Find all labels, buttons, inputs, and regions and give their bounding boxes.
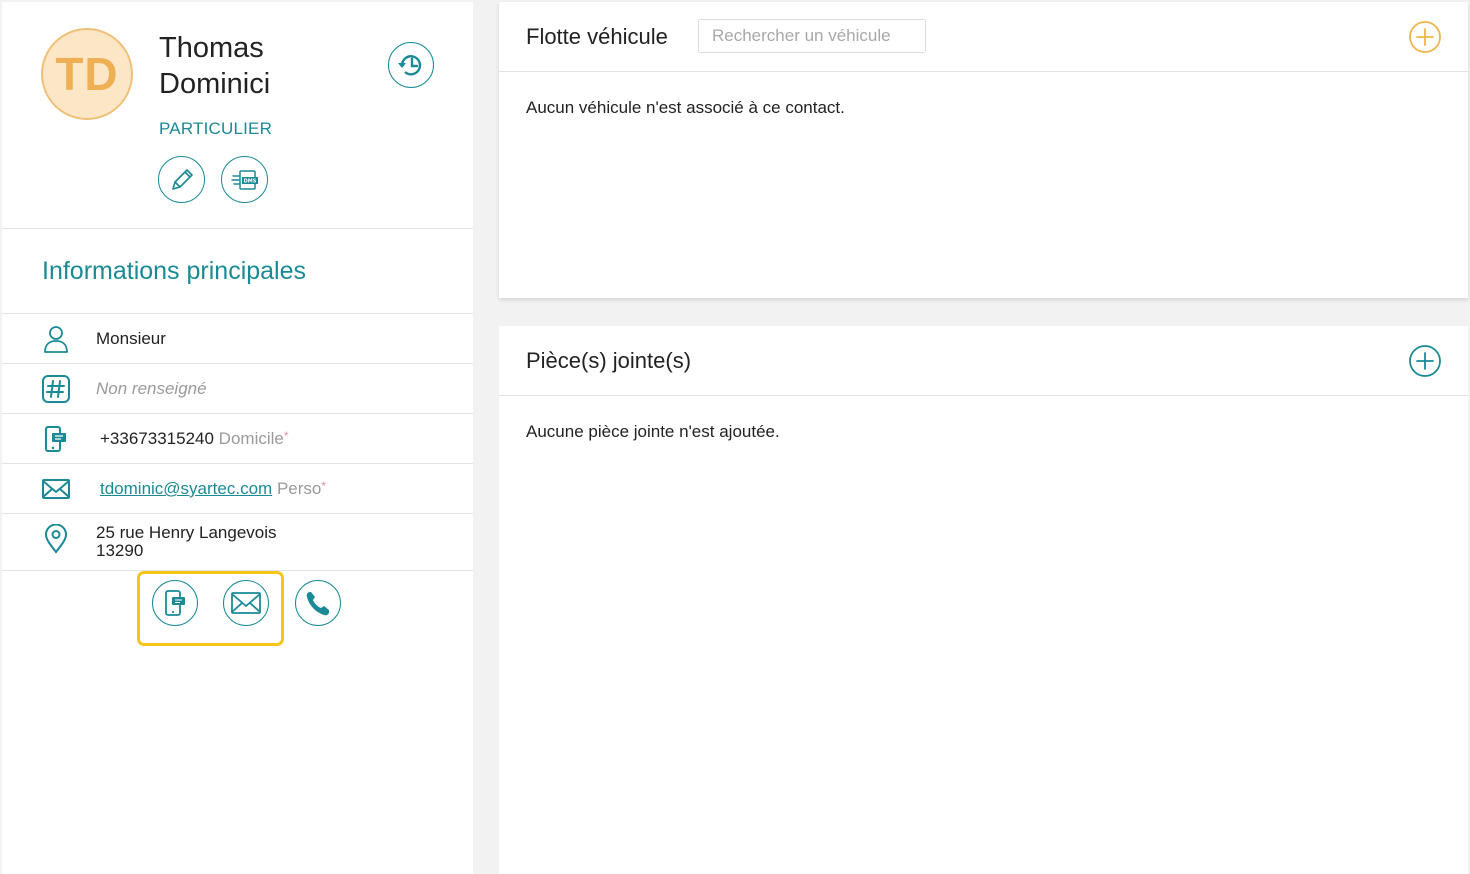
attachments-title: Pièce(s) jointe(s) xyxy=(526,348,692,373)
fleet-header: Flotte véhicule xyxy=(499,2,1468,72)
address-postal-code: 13290 xyxy=(96,541,144,560)
identifier-value: Non renseigné xyxy=(96,379,207,398)
send-sms-button[interactable] xyxy=(152,580,198,626)
attachments-empty-message: Aucune pièce jointe n'est ajoutée. xyxy=(526,422,780,441)
add-vehicle-button[interactable] xyxy=(1408,20,1442,54)
address-row: 25 rue Henry Langevois 13290 xyxy=(2,514,473,571)
pencil-icon xyxy=(171,168,193,190)
fleet-card: Flotte véhicule Aucun véhicule n'est ass… xyxy=(499,2,1468,298)
address-street: 25 rue Henry Langevois xyxy=(96,523,277,542)
envelope-icon xyxy=(39,472,73,506)
history-icon xyxy=(398,55,422,76)
phone-value[interactable]: +33673315240 xyxy=(100,429,214,448)
first-name: Thomas xyxy=(159,32,264,64)
civility-value: Monsieur xyxy=(96,329,166,348)
svg-text:DMS: DMS xyxy=(243,178,256,184)
mobile-phone-icon xyxy=(39,422,73,456)
vehicle-search-input[interactable] xyxy=(698,19,926,53)
attachments-header: Pièce(s) jointe(s) xyxy=(499,326,1468,396)
last-name: Dominici xyxy=(159,68,271,100)
dms-icon: DMS xyxy=(230,169,258,190)
phone-row: +33673315240 Domicile* xyxy=(2,414,473,464)
fleet-empty-message: Aucun véhicule n'est associé à ce contac… xyxy=(526,98,845,117)
identifier-row: Non renseigné xyxy=(2,364,473,414)
email-label: Perso xyxy=(276,479,322,498)
contact-type: PARTICULIER xyxy=(159,119,273,138)
phone-required-mark: * xyxy=(283,429,289,443)
address-value: 25 rue Henry Langevois 13290 xyxy=(96,524,277,560)
plus-circle-icon xyxy=(1409,345,1441,377)
edit-button[interactable] xyxy=(158,156,205,203)
email-link[interactable]: tdominic@syartec.com xyxy=(100,479,272,498)
email-required-mark: * xyxy=(321,479,327,493)
person-icon xyxy=(39,322,73,356)
hash-icon xyxy=(39,372,73,406)
main-info-title: Informations principales xyxy=(2,229,473,314)
sms-icon xyxy=(165,590,185,616)
add-attachment-button[interactable] xyxy=(1408,344,1442,378)
dms-button[interactable]: DMS xyxy=(221,156,268,203)
location-pin-icon xyxy=(39,522,73,556)
mail-icon xyxy=(231,592,261,614)
avatar: TD xyxy=(41,28,133,120)
contact-name: Thomas Dominici xyxy=(159,30,270,102)
call-button[interactable] xyxy=(295,580,341,626)
contact-header: TD Thomas Dominici PARTICULIER DMS xyxy=(2,2,473,229)
send-email-button[interactable] xyxy=(223,580,269,626)
civility-row: Monsieur xyxy=(2,314,473,364)
email-row: tdominic@syartec.com Perso* xyxy=(2,464,473,514)
contact-panel: TD Thomas Dominici PARTICULIER DMS Infor… xyxy=(2,2,473,874)
plus-circle-icon xyxy=(1409,21,1441,53)
contact-actions xyxy=(2,571,473,651)
phone-label: Domicile xyxy=(218,429,284,448)
attachments-card: Pièce(s) jointe(s) Aucune pièce jointe n… xyxy=(499,326,1468,874)
fleet-title: Flotte véhicule xyxy=(526,24,668,49)
phone-icon xyxy=(306,592,329,616)
history-button[interactable] xyxy=(388,42,434,88)
